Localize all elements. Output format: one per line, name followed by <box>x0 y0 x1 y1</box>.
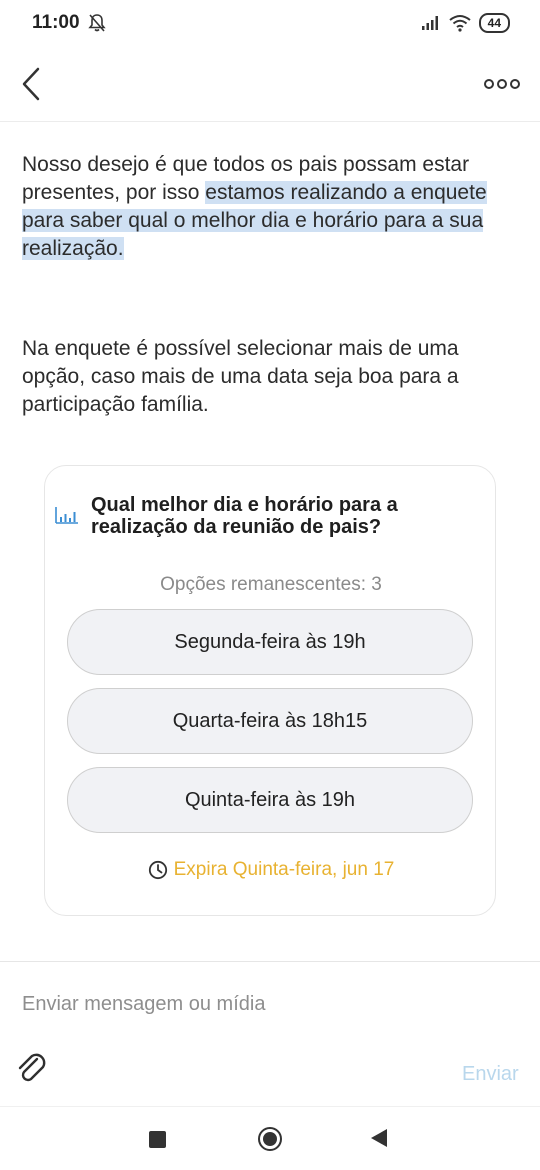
poll-option[interactable]: Quarta-feira às 18h15 <box>67 688 473 754</box>
poll-expiry-text: Expira Quinta-feira, jun 17 <box>173 859 395 880</box>
message-text: Na enquete é possível selecionar mais de… <box>22 337 459 416</box>
paperclip-icon <box>18 1053 46 1082</box>
poll-option[interactable]: Quinta-feira às 19h <box>67 767 473 833</box>
more-options-icon[interactable] <box>484 74 520 94</box>
composer-divider <box>0 961 540 962</box>
poll-option-label: Quarta-feira às 18h15 <box>172 709 368 732</box>
back-icon[interactable] <box>371 1129 387 1147</box>
poll-option[interactable]: Segunda-feira às 19h <box>67 609 473 675</box>
poll-expiry: Expira Quinta-feira, jun 17 <box>45 859 497 881</box>
clock-time: 11:00 <box>32 12 80 33</box>
clock-icon <box>148 860 167 880</box>
wifi-icon <box>449 15 471 32</box>
home-icon[interactable] <box>258 1127 282 1151</box>
back-button[interactable] <box>16 64 52 104</box>
system-nav-bar <box>0 1106 540 1170</box>
recent-apps-icon[interactable] <box>149 1131 166 1148</box>
poll-option-label: Segunda-feira às 19h <box>174 630 366 653</box>
send-button[interactable]: Enviar <box>462 1063 519 1086</box>
battery-icon: 44 <box>478 13 510 33</box>
bell-off-icon <box>87 14 106 32</box>
message-input[interactable] <box>22 988 462 1020</box>
message-text: Nosso desejo é que todos os pais possam … <box>22 151 518 263</box>
more-dot <box>497 79 507 89</box>
status-bar: 11:00 44 <box>0 0 540 46</box>
chevron-left-icon <box>22 67 40 101</box>
poll-option-label: Quinta-feira às 19h <box>184 788 356 811</box>
more-dot <box>510 79 520 89</box>
signal-icon <box>421 16 438 30</box>
poll-question: Qual melhor dia e horário para a realiza… <box>91 494 398 538</box>
status-left: 11:00 <box>32 12 106 34</box>
poll-card: Qual melhor dia e horário para a realiza… <box>44 465 496 916</box>
poll-chart-icon <box>55 507 78 524</box>
status-right: 44 <box>421 13 510 33</box>
app-bar <box>0 46 540 122</box>
more-dot <box>484 79 494 89</box>
poll-remaining-options: Opções remanescentes: 3 <box>160 574 382 595</box>
attach-button[interactable] <box>14 1050 50 1086</box>
